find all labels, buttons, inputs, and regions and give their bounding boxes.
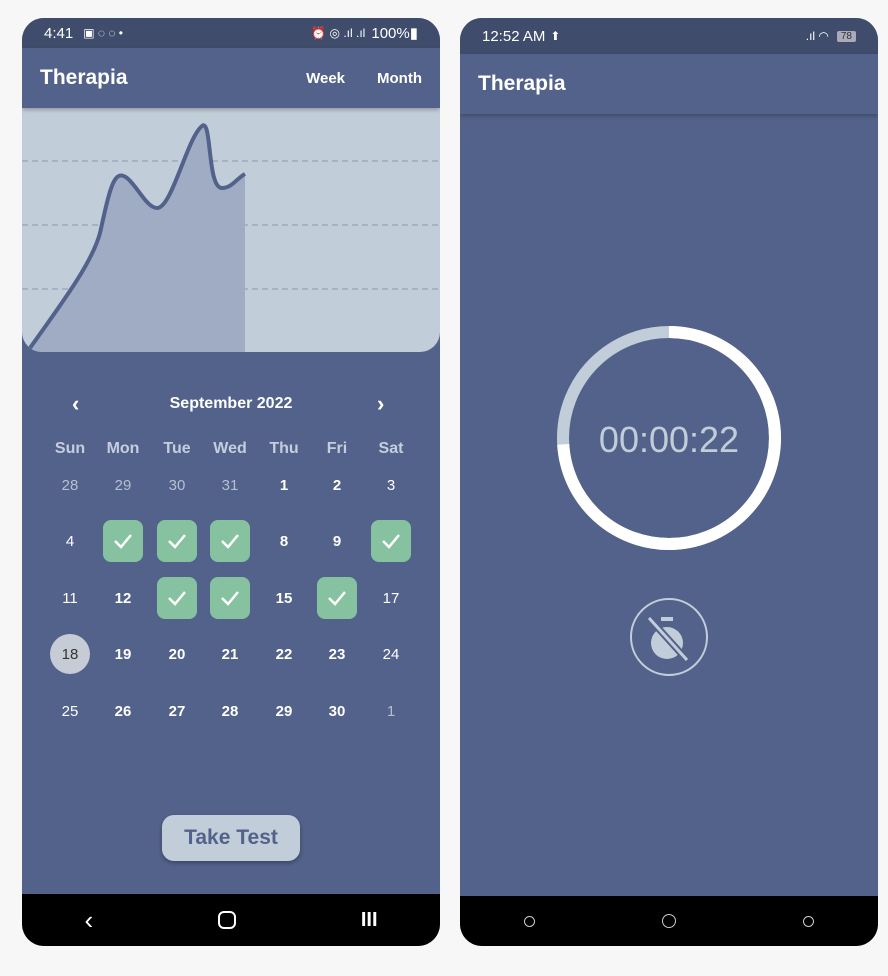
day-cell[interactable]: 29: [101, 463, 145, 507]
day-cell[interactable]: 3: [369, 463, 413, 507]
check-icon: [168, 591, 186, 606]
next-month-button[interactable]: ›: [377, 392, 384, 416]
tab-month[interactable]: Month: [377, 70, 422, 87]
app-title: Therapia: [40, 66, 128, 89]
month-navigation: ‹ September 2022 ›: [22, 392, 440, 416]
day-cell[interactable]: 12: [101, 576, 145, 620]
completed-day-7[interactable]: [210, 520, 250, 562]
left-phone-screen: 4:41 ▣ ◌ ◌ • ⏰ ◎ .ıl .ıl 100% ▮ Therapia…: [22, 18, 440, 946]
day-cell[interactable]: 9: [315, 519, 359, 563]
completed-day-14[interactable]: [210, 577, 250, 619]
day-cell[interactable]: 30: [315, 689, 359, 733]
check-icon: [328, 591, 346, 606]
day-cell[interactable]: 20: [155, 632, 199, 676]
nav-bar: [460, 896, 878, 946]
right-phone-screen: 12:52 AM ⬆ .ıl ◠ 78 Therapia 00:00:22: [460, 18, 878, 946]
back-icon[interactable]: [523, 915, 535, 927]
app-bar: Therapia Week Month: [22, 48, 440, 108]
day-cell[interactable]: 4: [48, 519, 92, 563]
progress-chart: [22, 108, 440, 352]
stop-timer-button[interactable]: [630, 598, 708, 676]
check-icon: [221, 534, 239, 549]
battery-level: 100%: [371, 24, 410, 42]
home-icon[interactable]: [217, 911, 236, 929]
day-cell[interactable]: 31: [208, 463, 252, 507]
recents-icon[interactable]: III: [361, 909, 378, 932]
app-title: Therapia: [478, 72, 566, 95]
day-cell[interactable]: 21: [208, 632, 252, 676]
back-icon[interactable]: ‹: [84, 905, 93, 936]
day-cell[interactable]: 19: [101, 632, 145, 676]
day-cell[interactable]: 24: [369, 632, 413, 676]
check-icon: [382, 534, 400, 549]
day-cell[interactable]: 2: [315, 463, 359, 507]
day-cell[interactable]: 11: [48, 576, 92, 620]
signal-icons: ⏰ ◎ .ıl .ıl: [311, 26, 366, 40]
today-day-cell[interactable]: 18: [50, 634, 90, 674]
completed-day-10[interactable]: [371, 520, 411, 562]
check-icon: [168, 534, 186, 549]
home-icon[interactable]: [661, 914, 676, 928]
battery-icon: ▮: [409, 25, 418, 42]
completed-day-13[interactable]: [157, 577, 197, 619]
day-cell[interactable]: 29: [262, 689, 306, 733]
notification-icons: ▣ ◌ ◌ •: [83, 26, 124, 40]
check-icon: [221, 591, 239, 606]
take-test-button[interactable]: Take Test: [162, 815, 300, 861]
day-cell[interactable]: 27: [155, 689, 199, 733]
app-bar: Therapia: [460, 54, 878, 114]
day-cell[interactable]: 8: [262, 519, 306, 563]
nav-bar: ‹ III: [22, 894, 440, 946]
day-cell[interactable]: 23: [315, 632, 359, 676]
day-cell[interactable]: 26: [101, 689, 145, 733]
day-cell[interactable]: 15: [262, 576, 306, 620]
timer-display: 00:00:22: [598, 419, 740, 460]
check-icon: [114, 534, 132, 549]
status-time: 4:41: [44, 24, 74, 42]
day-cell[interactable]: 30: [155, 463, 199, 507]
completed-day-5[interactable]: [103, 520, 143, 562]
day-cell[interactable]: 28: [48, 463, 92, 507]
day-cell[interactable]: 1: [369, 689, 413, 733]
status-bar: 4:41 ▣ ◌ ◌ • ⏰ ◎ .ıl .ıl 100% ▮: [22, 18, 440, 48]
day-cell[interactable]: 1: [262, 463, 306, 507]
recents-icon[interactable]: [803, 915, 815, 927]
chart-svg: [22, 123, 440, 352]
completed-day-16[interactable]: [317, 577, 357, 619]
completed-day-6[interactable]: [157, 520, 197, 562]
day-cell[interactable]: 17: [369, 576, 413, 620]
tab-week[interactable]: Week: [306, 70, 345, 87]
day-cell[interactable]: 25: [48, 689, 92, 733]
day-cell[interactable]: 22: [262, 632, 306, 676]
day-cell[interactable]: 28: [208, 689, 252, 733]
